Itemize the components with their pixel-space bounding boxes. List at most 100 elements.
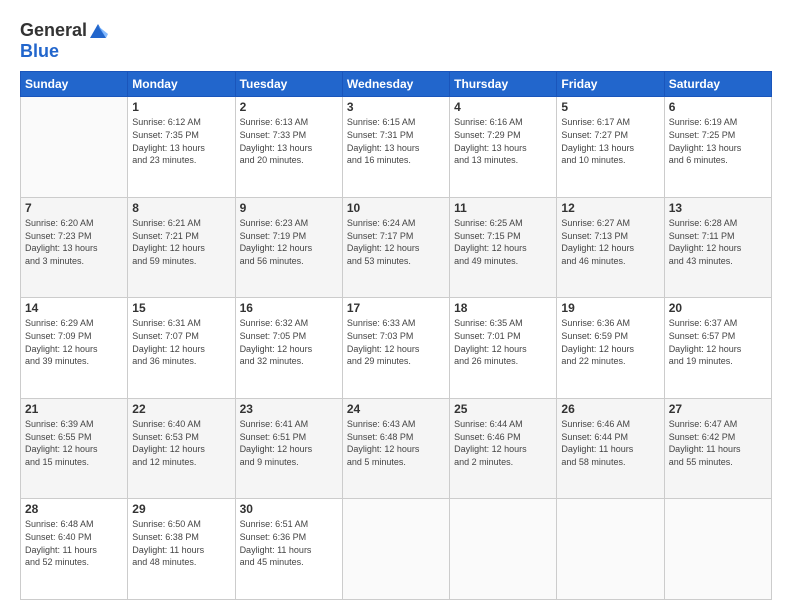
table-row	[21, 97, 128, 198]
day-info: Sunrise: 6:21 AMSunset: 7:21 PMDaylight:…	[132, 217, 230, 267]
day-number: 5	[561, 100, 659, 114]
col-friday: Friday	[557, 72, 664, 97]
day-number: 20	[669, 301, 767, 315]
day-number: 12	[561, 201, 659, 215]
table-row: 12Sunrise: 6:27 AMSunset: 7:13 PMDayligh…	[557, 197, 664, 298]
table-row: 24 Sunrise: 6:43 AMSunset: 6:48 PMDayligh…	[342, 398, 449, 499]
day-number: 11	[454, 201, 552, 215]
table-row: 16 Sunrise: 6:32 AMSunset: 7:05 PMDayligh…	[235, 298, 342, 399]
day-number: 14	[25, 301, 123, 315]
day-number: 4	[454, 100, 552, 114]
day-info: Sunrise: 6:23 AMSunset: 7:19 PMDaylight:…	[240, 217, 338, 267]
day-info: Sunrise: 6:41 AMSunset: 6:51 PMDaylight:…	[240, 418, 338, 468]
table-row: 26Sunrise: 6:46 AMSunset: 6:44 PMDayligh…	[557, 398, 664, 499]
day-info: Sunrise: 6:15 AMSunset: 7:31 PMDaylight:…	[347, 116, 445, 166]
day-number: 17	[347, 301, 445, 315]
day-number: 2	[240, 100, 338, 114]
logo-general-text: General	[20, 20, 87, 40]
col-tuesday: Tuesday	[235, 72, 342, 97]
logo-blue-text: Blue	[20, 42, 109, 62]
day-info: Sunrise: 6:37 AMSunset: 6:57 PMDaylight:…	[669, 317, 767, 367]
table-row: 2 Sunrise: 6:13 AMSunset: 7:33 PMDaylight…	[235, 97, 342, 198]
day-number: 25	[454, 402, 552, 416]
calendar-week-row: 28 Sunrise: 6:48 AMSunset: 6:40 PMDayligh…	[21, 499, 772, 600]
day-number: 7	[25, 201, 123, 215]
day-info: Sunrise: 6:31 AMSunset: 7:07 PMDaylight:…	[132, 317, 230, 367]
table-row: 11 Sunrise: 6:25 AMSunset: 7:15 PMDayligh…	[450, 197, 557, 298]
col-wednesday: Wednesday	[342, 72, 449, 97]
day-number: 16	[240, 301, 338, 315]
day-info: Sunrise: 6:28 AMSunset: 7:11 PMDaylight:…	[669, 217, 767, 267]
table-row: 21 Sunrise: 6:39 AMSunset: 6:55 PMDayligh…	[21, 398, 128, 499]
table-row: 1 Sunrise: 6:12 AMSunset: 7:35 PMDaylight…	[128, 97, 235, 198]
day-info: Sunrise: 6:39 AMSunset: 6:55 PMDaylight:…	[25, 418, 123, 468]
day-info: Sunrise: 6:44 AMSunset: 6:46 PMDaylight:…	[454, 418, 552, 468]
col-thursday: Thursday	[450, 72, 557, 97]
col-saturday: Saturday	[664, 72, 771, 97]
day-info: Sunrise: 6:36 AMSunset: 6:59 PMDaylight:…	[561, 317, 659, 367]
day-number: 3	[347, 100, 445, 114]
day-number: 24	[347, 402, 445, 416]
day-info: Sunrise: 6:51 AMSunset: 6:36 PMDaylight:…	[240, 518, 338, 568]
day-info: Sunrise: 6:12 AMSunset: 7:35 PMDaylight:…	[132, 116, 230, 166]
day-info: Sunrise: 6:43 AMSunset: 6:48 PMDaylight:…	[347, 418, 445, 468]
day-info: Sunrise: 6:35 AMSunset: 7:01 PMDaylight:…	[454, 317, 552, 367]
table-row: 8 Sunrise: 6:21 AMSunset: 7:21 PMDaylight…	[128, 197, 235, 298]
table-row: 19 Sunrise: 6:36 AMSunset: 6:59 PMDayligh…	[557, 298, 664, 399]
table-row: 14 Sunrise: 6:29 AMSunset: 7:09 PMDayligh…	[21, 298, 128, 399]
day-number: 15	[132, 301, 230, 315]
day-info: Sunrise: 6:20 AMSunset: 7:23 PMDaylight:…	[25, 217, 123, 267]
day-number: 21	[25, 402, 123, 416]
table-row: 3 Sunrise: 6:15 AMSunset: 7:31 PMDaylight…	[342, 97, 449, 198]
day-info: Sunrise: 6:32 AMSunset: 7:05 PMDaylight:…	[240, 317, 338, 367]
day-info: Sunrise: 6:16 AMSunset: 7:29 PMDaylight:…	[454, 116, 552, 166]
calendar-week-row: 14 Sunrise: 6:29 AMSunset: 7:09 PMDayligh…	[21, 298, 772, 399]
day-info: Sunrise: 6:50 AMSunset: 6:38 PMDaylight:…	[132, 518, 230, 568]
day-info: Sunrise: 6:19 AMSunset: 7:25 PMDaylight:…	[669, 116, 767, 166]
day-info: Sunrise: 6:33 AMSunset: 7:03 PMDaylight:…	[347, 317, 445, 367]
table-row: 6 Sunrise: 6:19 AMSunset: 7:25 PMDaylight…	[664, 97, 771, 198]
logo: General Blue	[20, 20, 109, 61]
calendar-table: Sunday Monday Tuesday Wednesday Thursday…	[20, 71, 772, 600]
day-number: 19	[561, 301, 659, 315]
table-row: 22 Sunrise: 6:40 AMSunset: 6:53 PMDayligh…	[128, 398, 235, 499]
day-number: 22	[132, 402, 230, 416]
day-number: 10	[347, 201, 445, 215]
day-number: 6	[669, 100, 767, 114]
table-row: 10Sunrise: 6:24 AMSunset: 7:17 PMDayligh…	[342, 197, 449, 298]
day-number: 18	[454, 301, 552, 315]
table-row	[342, 499, 449, 600]
table-row: 15 Sunrise: 6:31 AMSunset: 7:07 PMDayligh…	[128, 298, 235, 399]
table-row: 29 Sunrise: 6:50 AMSunset: 6:38 PMDayligh…	[128, 499, 235, 600]
day-info: Sunrise: 6:13 AMSunset: 7:33 PMDaylight:…	[240, 116, 338, 166]
day-number: 27	[669, 402, 767, 416]
day-number: 23	[240, 402, 338, 416]
table-row: 7 Sunrise: 6:20 AMSunset: 7:23 PMDaylight…	[21, 197, 128, 298]
day-info: Sunrise: 6:48 AMSunset: 6:40 PMDaylight:…	[25, 518, 123, 568]
table-row: 28 Sunrise: 6:48 AMSunset: 6:40 PMDayligh…	[21, 499, 128, 600]
table-row: 27Sunrise: 6:47 AMSunset: 6:42 PMDayligh…	[664, 398, 771, 499]
day-info: Sunrise: 6:40 AMSunset: 6:53 PMDaylight:…	[132, 418, 230, 468]
header: General Blue	[20, 16, 772, 61]
table-row: 5 Sunrise: 6:17 AMSunset: 7:27 PMDaylight…	[557, 97, 664, 198]
table-row: 18 Sunrise: 6:35 AMSunset: 7:01 PMDayligh…	[450, 298, 557, 399]
day-info: Sunrise: 6:17 AMSunset: 7:27 PMDaylight:…	[561, 116, 659, 166]
day-number: 13	[669, 201, 767, 215]
table-row	[450, 499, 557, 600]
page: General Blue Sunday Monday Tuesday Wedne…	[0, 0, 792, 612]
table-row	[664, 499, 771, 600]
col-sunday: Sunday	[21, 72, 128, 97]
day-number: 28	[25, 502, 123, 516]
day-info: Sunrise: 6:46 AMSunset: 6:44 PMDaylight:…	[561, 418, 659, 468]
logo-icon	[88, 21, 108, 41]
table-row: 17 Sunrise: 6:33 AMSunset: 7:03 PMDayligh…	[342, 298, 449, 399]
table-row: 25 Sunrise: 6:44 AMSunset: 6:46 PMDayligh…	[450, 398, 557, 499]
day-info: Sunrise: 6:25 AMSunset: 7:15 PMDaylight:…	[454, 217, 552, 267]
calendar-week-row: 21 Sunrise: 6:39 AMSunset: 6:55 PMDayligh…	[21, 398, 772, 499]
day-number: 29	[132, 502, 230, 516]
calendar-week-row: 7 Sunrise: 6:20 AMSunset: 7:23 PMDaylight…	[21, 197, 772, 298]
day-info: Sunrise: 6:29 AMSunset: 7:09 PMDaylight:…	[25, 317, 123, 367]
day-number: 8	[132, 201, 230, 215]
col-monday: Monday	[128, 72, 235, 97]
day-number: 1	[132, 100, 230, 114]
